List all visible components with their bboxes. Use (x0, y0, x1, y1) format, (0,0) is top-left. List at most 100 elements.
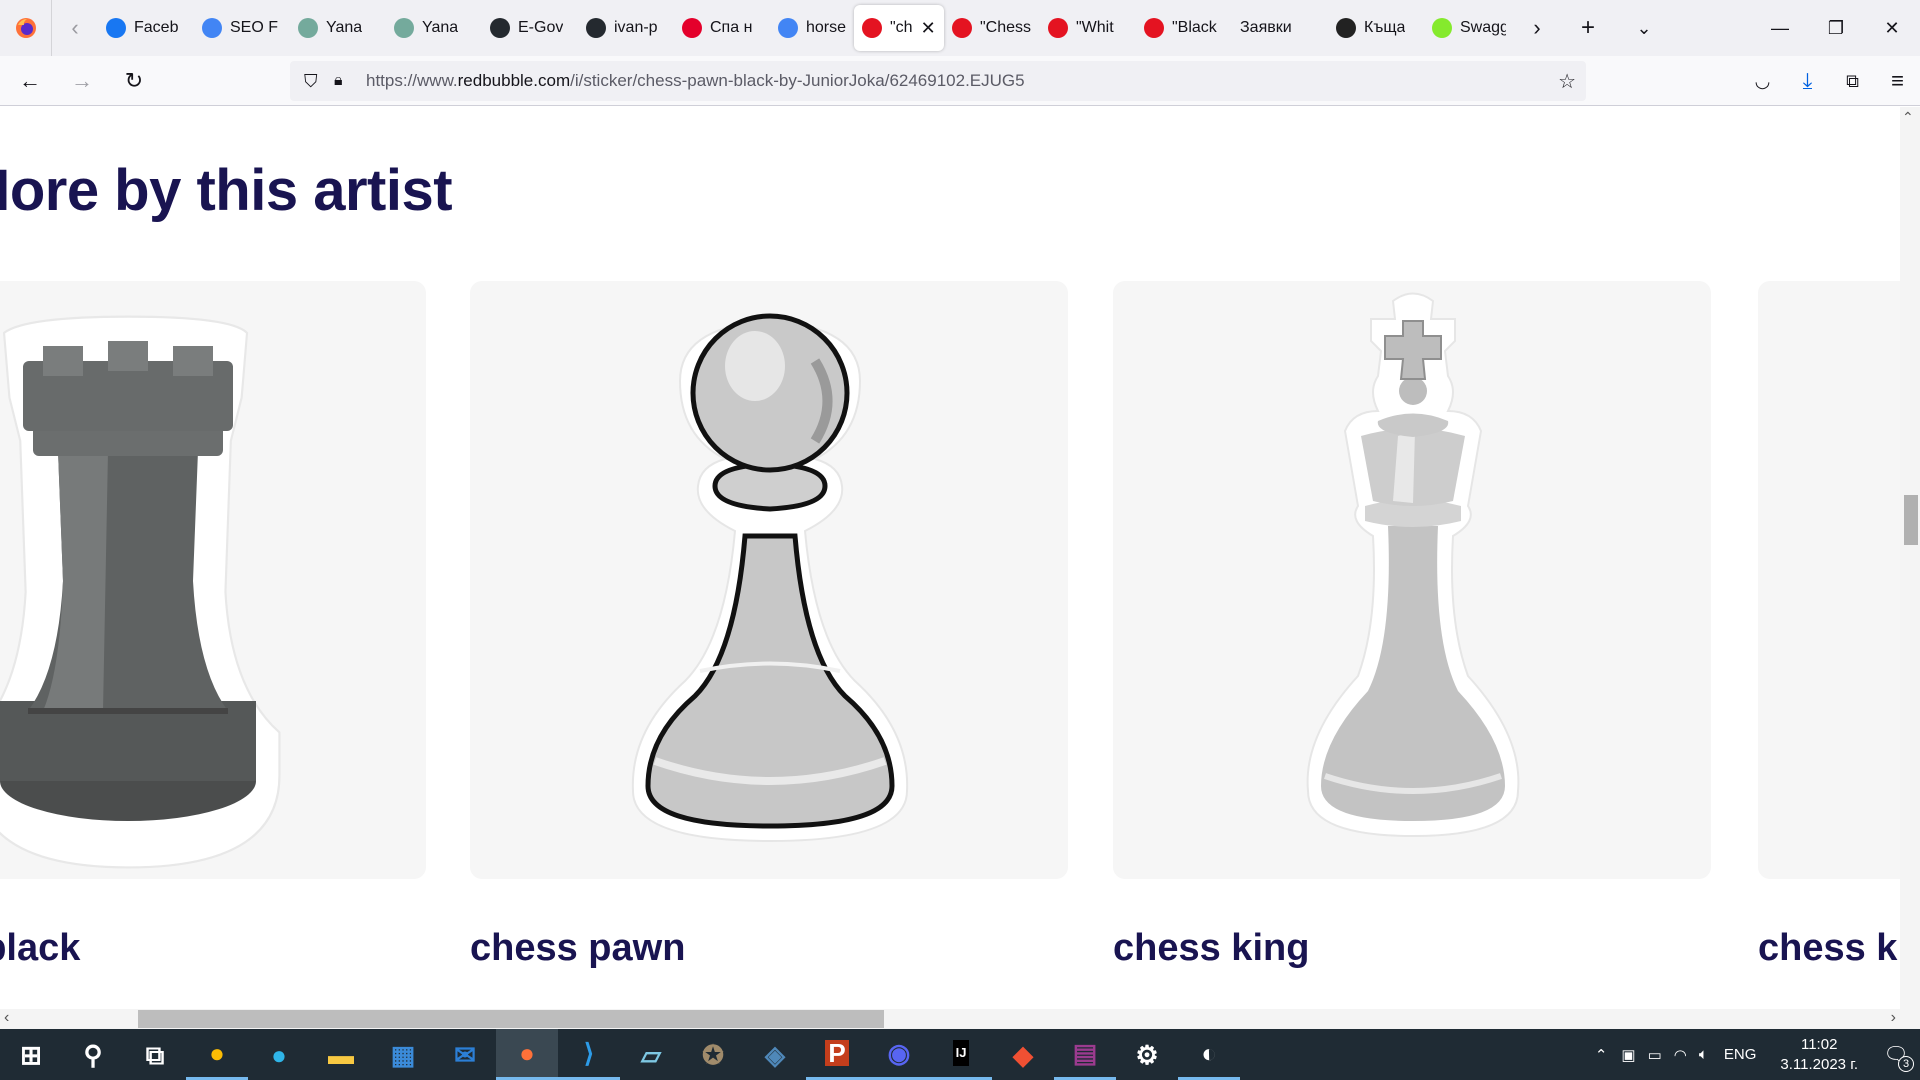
scroll-right-icon[interactable]: › (1891, 1009, 1896, 1027)
tab-label: "ch (890, 19, 913, 36)
taskbar-button[interactable]: P (806, 1029, 868, 1080)
pocket-icon[interactable]: ◡ (1740, 59, 1785, 103)
restore-button[interactable]: ❐ (1808, 0, 1864, 56)
taskbar-button[interactable]: ⧉ (124, 1029, 186, 1080)
clock-date: 3.11.2023 г. (1780, 1055, 1858, 1073)
browser-tab[interactable]: SEO F (194, 5, 290, 51)
taskbar-button[interactable]: ▤ (1054, 1029, 1116, 1080)
browser-tab[interactable]: Yana (386, 5, 482, 51)
tab-bar: ‹ Faceb SEO F Yana Yana E-Gov ivan-p Спа н hors… (0, 0, 1920, 56)
product-title-rook[interactable]: chess rook black (0, 927, 80, 970)
taskbar-button[interactable]: ⚙ (1116, 1029, 1178, 1080)
browser-tab[interactable]: "Whit (1040, 5, 1136, 51)
redbubble-icon (952, 18, 972, 38)
taskbar-button[interactable]: ● (496, 1029, 558, 1080)
browser-tab[interactable]: E-Gov (482, 5, 578, 51)
taskbar-button[interactable]: ◈ (744, 1029, 806, 1080)
product-title-pawn[interactable]: chess pawn (470, 927, 685, 970)
github-icon (586, 18, 606, 38)
back-button[interactable]: ← (8, 59, 52, 103)
reload-button[interactable]: ↻ (112, 59, 156, 103)
taskbar-button[interactable]: ✪ (682, 1029, 744, 1080)
intellij-icon: IJ (952, 1040, 970, 1066)
taskbar-button[interactable]: ⊞ (0, 1029, 62, 1080)
product-card-king-2[interactable] (1758, 281, 1900, 879)
browser-tab[interactable]: Спа н (674, 5, 770, 51)
search-icon: ⚲ (83, 1039, 103, 1070)
browser-tab[interactable]: "ch ✕ (854, 5, 944, 51)
url-text[interactable]: https://www.redbubble.com/i/sticker/ches… (366, 71, 1025, 91)
pawn-sticker-image (631, 313, 909, 843)
browser-tab[interactable]: Заявки (1232, 5, 1328, 51)
navigation-toolbar: ← → ↻ ⛉ 🔒︎ https://www.redbubble.com/i/s… (0, 56, 1920, 106)
tracking-protection-icon[interactable]: ⛉ (304, 71, 318, 92)
browser-tab[interactable]: "Chess (944, 5, 1040, 51)
list-all-tabs-button[interactable]: ⌄ (1616, 0, 1672, 56)
extensions-icon[interactable]: ⧉ (1830, 59, 1875, 103)
close-tab-icon[interactable]: ✕ (921, 18, 936, 39)
scroll-tabs-left-button[interactable]: ‹ (52, 0, 98, 56)
horizontal-scrollbar[interactable]: ‹ › (0, 1009, 1900, 1029)
browser-tab[interactable]: horse (770, 5, 854, 51)
downloads-icon[interactable]: ⤓ (1785, 59, 1830, 103)
horizontal-scroll-thumb[interactable] (138, 1010, 884, 1028)
tab-label: E-Gov (518, 19, 564, 36)
bookmark-star-icon[interactable]: ☆ (1558, 69, 1576, 94)
scroll-left-icon[interactable]: ‹ (4, 1009, 9, 1027)
taskbar-button[interactable]: ● (248, 1029, 310, 1080)
minimize-button[interactable]: — (1752, 0, 1808, 56)
firefox-menu-button[interactable] (0, 0, 52, 56)
browser-tab[interactable]: Faceb (98, 5, 194, 51)
clock[interactable]: 11:02 3.11.2023 г. (1780, 1035, 1858, 1075)
taskbar-button[interactable]: ▦ (372, 1029, 434, 1080)
product-card-pawn[interactable] (470, 281, 1068, 879)
git-icon: ◆ (1013, 1039, 1033, 1070)
taskbar-button[interactable]: ◐ (1178, 1029, 1240, 1080)
lock-icon[interactable]: 🔒︎ (334, 72, 343, 90)
browser-tab[interactable]: Къща (1328, 5, 1424, 51)
volume-icon[interactable]: 🔈︎ (1699, 1046, 1708, 1063)
section-title: More by this artist (0, 158, 453, 223)
notifications-button[interactable]: 🗨︎ 3 (1872, 1029, 1920, 1080)
chatgpt-icon (298, 18, 318, 38)
app-menu-icon[interactable]: ≡ (1875, 59, 1920, 103)
taskbar-button[interactable]: ▬ (310, 1029, 372, 1080)
vertical-scroll-thumb[interactable] (1904, 495, 1918, 545)
notification-count-badge: 3 (1898, 1056, 1914, 1072)
taskbar-button[interactable]: ● (186, 1029, 248, 1080)
vertical-scrollbar[interactable]: ⌃ ⌄ (1900, 107, 1920, 1029)
taskbar-button[interactable]: ◉ (868, 1029, 930, 1080)
scroll-tabs-right-button[interactable]: › (1514, 0, 1560, 56)
taskbar-button[interactable]: ⟩ (558, 1029, 620, 1080)
show-hidden-icons-icon[interactable]: ⌃ (1595, 1046, 1608, 1064)
browser-tab[interactable]: Yana (290, 5, 386, 51)
chrome-icon: ● (209, 1038, 225, 1068)
meet-now-icon[interactable]: ▣ (1621, 1046, 1635, 1064)
language-indicator[interactable]: ENG (1724, 1046, 1757, 1063)
product-card-king[interactable] (1113, 281, 1711, 879)
taskbar-button[interactable]: ▱ (620, 1029, 682, 1080)
taskbar-button[interactable]: ✉ (434, 1029, 496, 1080)
inkscape-icon: ◐ (1201, 1038, 1217, 1068)
taskbar-button[interactable]: ⚲ (62, 1029, 124, 1080)
scroll-up-icon[interactable]: ⌃ (1902, 109, 1914, 126)
taskbar-button[interactable]: ◆ (992, 1029, 1054, 1080)
browser-tab[interactable]: ivan-p (578, 5, 674, 51)
browser-tab[interactable]: Swagg (1424, 5, 1514, 51)
wifi-icon[interactable]: ◠ (1674, 1046, 1687, 1064)
forward-button[interactable]: → (60, 59, 104, 103)
winrar-icon: ▤ (1072, 1038, 1098, 1068)
address-bar[interactable]: ⛉ 🔒︎ https://www.redbubble.com/i/sticker… (290, 61, 1586, 101)
tab-label: Спа н (710, 19, 753, 36)
product-title-king-2[interactable]: chess king (1758, 927, 1900, 970)
taskbar-button[interactable]: IJ (930, 1029, 992, 1080)
new-tab-button[interactable]: + (1560, 0, 1616, 56)
battery-icon[interactable]: ▭ (1648, 1046, 1662, 1064)
notepad-icon: ▱ (641, 1039, 661, 1070)
product-card-rook[interactable] (0, 281, 426, 879)
close-window-button[interactable]: ✕ (1864, 0, 1920, 56)
vscode-icon: ⟩ (583, 1038, 595, 1068)
browser-tab[interactable]: "Black (1136, 5, 1232, 51)
product-title-king[interactable]: chess king (1113, 927, 1309, 970)
settings-icon: ⚙ (1135, 1039, 1159, 1070)
